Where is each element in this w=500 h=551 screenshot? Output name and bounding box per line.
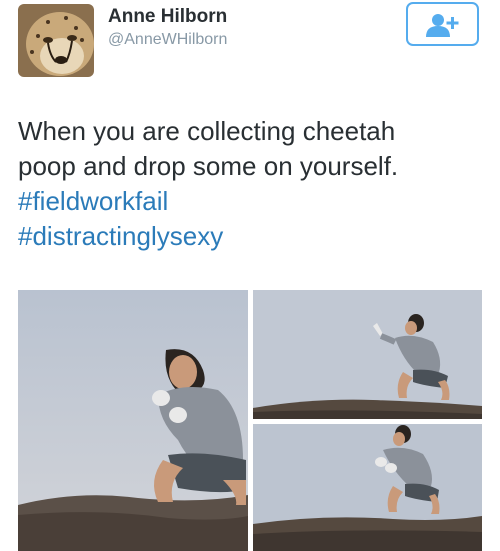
hashtag-link[interactable]: #distractinglysexy xyxy=(18,219,488,254)
cheetah-avatar-image xyxy=(18,4,94,77)
hashtag-link[interactable]: #fieldworkfail xyxy=(18,184,488,219)
photo-image xyxy=(18,290,248,551)
tweet-text-line: When you are collecting cheetah xyxy=(18,116,396,146)
tweet-photo-2[interactable] xyxy=(253,290,482,419)
photo-image xyxy=(253,290,482,419)
user-handle[interactable]: @AnneWHilborn xyxy=(108,31,227,49)
tweet-text-line: poop and drop some on yourself. xyxy=(18,151,399,181)
follow-user-plus-icon xyxy=(426,14,459,37)
follow-button[interactable] xyxy=(406,2,479,46)
display-name[interactable]: Anne Hilborn xyxy=(108,6,227,28)
tweet-photo-3[interactable] xyxy=(253,424,482,551)
tweet-photo-1[interactable] xyxy=(18,290,248,551)
avatar[interactable] xyxy=(18,4,94,77)
tweet-text: When you are collecting cheetah poop and… xyxy=(18,114,488,254)
photo-image xyxy=(253,424,482,551)
